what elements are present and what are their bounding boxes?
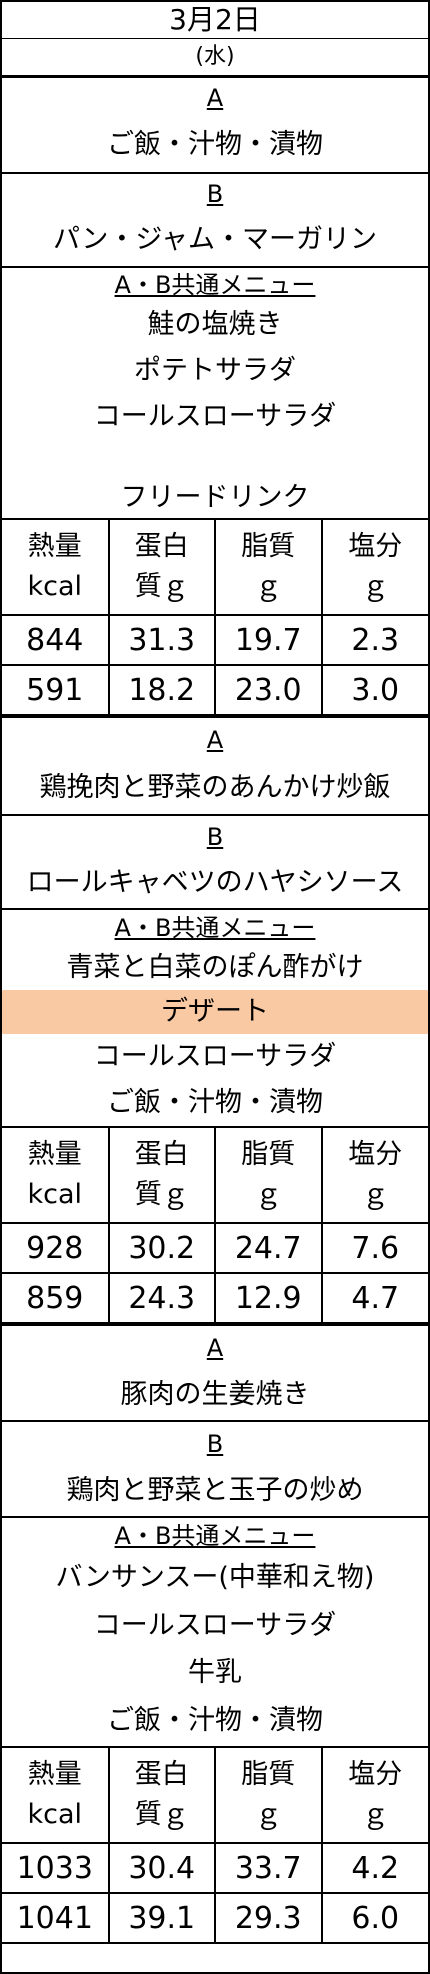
nutrition-header-row: 熱量 kcal 蛋白 質ｇ 脂質 ｇ 塩分 ｇ [2, 1128, 428, 1224]
protein-value: 24.3 [107, 1272, 216, 1324]
energy-value: 844 [2, 614, 110, 666]
salt-header: 塩分 ｇ [320, 1748, 428, 1844]
salt-value: 7.6 [320, 1222, 428, 1274]
meal-2-nutrition-table: 熱量 kcal 蛋白 質ｇ 脂質 ｇ 塩分 ｇ 928 30.2 24.7 7.6 85… [2, 1128, 428, 1324]
salt-value: 6.0 [320, 1892, 428, 1944]
meal-1-nutrition-table: 熱量 kcal 蛋白 質ｇ 脂質 ｇ 塩分 ｇ 844 31.3 19.7 2.3 59… [2, 520, 428, 716]
option-b-label: B [206, 180, 224, 208]
energy-header: 熱量 kcal [2, 1748, 110, 1844]
fat-value: 23.0 [214, 664, 323, 716]
meal-2-option-b: B ロールキャベツのハヤシソース [2, 816, 428, 910]
meal-3-nutrition-table: 熱量 kcal 蛋白 質ｇ 脂質 ｇ 塩分 ｇ 1033 30.4 33.7 4.2 1… [2, 1748, 428, 1944]
option-b-label: B [206, 823, 224, 851]
date-heading: 3月2日 [2, 2, 428, 39]
common-menu-label: A・B共通メニュー [114, 1522, 316, 1550]
meal-3-option-a: A 豚肉の生姜焼き [2, 1324, 428, 1422]
fat-value: 19.7 [214, 614, 323, 666]
option-b-item: パン・ジャム・マーガリン [53, 224, 377, 255]
fat-header: 脂質 ｇ [214, 520, 323, 616]
fat-header: 脂質 ｇ [214, 1128, 323, 1224]
meal-1-common: A・B共通メニュー 鮭の塩焼き ポテトサラダ コールスローサラダ フリードリンク [2, 268, 428, 520]
energy-value: 928 [2, 1222, 110, 1274]
dessert-highlight-item: デザート [2, 990, 428, 1034]
menu-sheet: 3月2日 (水) A ご飯・汁物・漬物 B パン・ジャム・マーガリン A・B共通… [0, 0, 430, 1974]
nutrition-row-a: 1033 30.4 33.7 4.2 [2, 1842, 428, 1894]
common-item: ご飯・汁物・漬物 [107, 1705, 323, 1736]
option-b-item: ロールキャベツのハヤシソース [26, 867, 404, 898]
common-item-blank [2, 440, 428, 478]
energy-value: 1041 [2, 1892, 110, 1944]
common-item: コールスローサラダ [93, 1041, 337, 1072]
common-item: バンサンスー(中華和え物) [55, 1562, 375, 1593]
option-a-item: 鶏挽肉と野菜のあんかけ炒飯 [39, 772, 391, 803]
salt-value: 2.3 [320, 614, 428, 666]
meal-2-common: A・B共通メニュー 青菜と白菜のぽん酢がけ デザート コールスローサラダ ご飯・… [2, 910, 428, 1128]
common-menu-label: A・B共通メニュー [114, 271, 316, 299]
protein-header: 蛋白 質ｇ [107, 520, 216, 616]
common-item: コールスローサラダ [93, 1610, 337, 1641]
common-item: 牛乳 [188, 1657, 242, 1688]
energy-value: 1033 [2, 1842, 110, 1894]
salt-header: 塩分 ｇ [320, 1128, 428, 1224]
meal-1-option-a: A ご飯・汁物・漬物 [2, 78, 428, 174]
protein-header: 蛋白 質ｇ [107, 1748, 216, 1844]
common-item: 青菜と白菜のぽん酢がけ [66, 952, 364, 983]
meal-3-option-b: B 鶏肉と野菜と玉子の炒め [2, 1422, 428, 1518]
nutrition-row-b: 859 24.3 12.9 4.7 [2, 1272, 428, 1324]
meal-3-common: A・B共通メニュー バンサンスー(中華和え物) コールスローサラダ 牛乳 ご飯・… [2, 1518, 428, 1748]
protein-value: 30.2 [107, 1222, 216, 1274]
fat-value: 33.7 [214, 1842, 323, 1894]
fat-value: 12.9 [214, 1272, 323, 1324]
protein-value: 30.4 [107, 1842, 216, 1894]
option-a-label: A [206, 84, 224, 112]
common-menu-label: A・B共通メニュー [114, 914, 316, 942]
common-item: フリードリンク [120, 482, 310, 513]
nutrition-row-a: 928 30.2 24.7 7.6 [2, 1222, 428, 1274]
protein-value: 39.1 [107, 1892, 216, 1944]
option-a-label: A [206, 1334, 224, 1362]
nutrition-row-b: 1041 39.1 29.3 6.0 [2, 1892, 428, 1944]
common-item: 鮭の塩焼き [147, 309, 283, 340]
protein-value: 31.3 [107, 614, 216, 666]
energy-value: 591 [2, 664, 110, 716]
salt-header: 塩分 ｇ [320, 520, 428, 616]
meal-2-option-a: A 鶏挽肉と野菜のあんかけ炒飯 [2, 716, 428, 816]
nutrition-row-a: 844 31.3 19.7 2.3 [2, 614, 428, 666]
nutrition-header-row: 熱量 kcal 蛋白 質ｇ 脂質 ｇ 塩分 ｇ [2, 1748, 428, 1844]
option-a-label: A [206, 726, 224, 754]
salt-value: 3.0 [320, 664, 428, 716]
energy-header: 熱量 kcal [2, 1128, 110, 1224]
protein-header: 蛋白 質ｇ [107, 1128, 216, 1224]
nutrition-row-b: 591 18.2 23.0 3.0 [2, 664, 428, 716]
nutrition-header-row: 熱量 kcal 蛋白 質ｇ 脂質 ｇ 塩分 ｇ [2, 520, 428, 616]
fat-header: 脂質 ｇ [214, 1748, 323, 1844]
salt-value: 4.2 [320, 1842, 428, 1894]
energy-header: 熱量 kcal [2, 520, 110, 616]
option-a-item: 豚肉の生姜焼き [120, 1379, 310, 1410]
option-b-label: B [206, 1430, 224, 1458]
energy-value: 859 [2, 1272, 110, 1324]
protein-value: 18.2 [107, 664, 216, 716]
option-a-item: ご飯・汁物・漬物 [107, 129, 323, 160]
common-item: コールスローサラダ [93, 401, 337, 432]
salt-value: 4.7 [320, 1272, 428, 1324]
meal-1-option-b: B パン・ジャム・マーガリン [2, 174, 428, 268]
common-item: ポテトサラダ [134, 355, 296, 386]
fat-value: 24.7 [214, 1222, 323, 1274]
option-b-item: 鶏肉と野菜と玉子の炒め [66, 1475, 364, 1506]
common-item: ご飯・汁物・漬物 [107, 1087, 323, 1118]
fat-value: 29.3 [214, 1892, 323, 1944]
weekday-heading: (水) [2, 39, 428, 78]
